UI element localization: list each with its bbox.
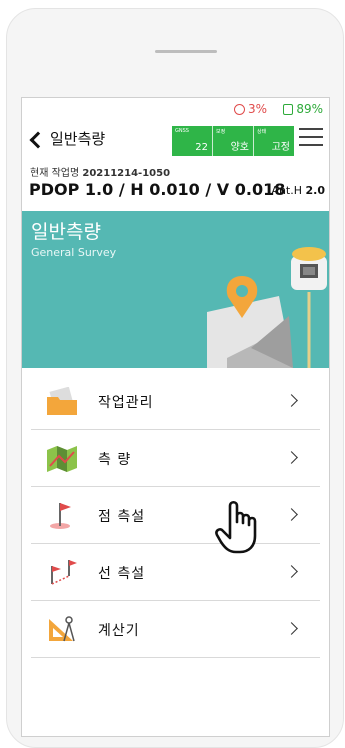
battery-icon	[283, 103, 294, 115]
job-name: 20211214-1050	[82, 168, 171, 179]
gnss-fix-state: 상태 고정	[254, 126, 294, 156]
chevron-left-icon	[29, 131, 47, 148]
hero-title: 일반측량	[31, 221, 101, 243]
chevron-right-icon	[285, 394, 298, 407]
menu-label: 측 량	[98, 452, 132, 468]
state-label: 상태	[257, 129, 267, 135]
phone-speaker	[155, 50, 217, 53]
gnss-satellite-count: GNSS 22	[172, 126, 213, 156]
chevron-right-icon	[285, 565, 298, 578]
antenna-height: Ant.H 2.0	[271, 184, 325, 197]
nav-title: 일반측량	[50, 130, 106, 148]
gnss-status-panel[interactable]: GNSS 22 보정 양호 상태 고정	[172, 126, 294, 156]
gnss-label: GNSS	[175, 128, 189, 134]
top-navbar: 일반측량 GNSS 22 보정 양호 상태 고정	[22, 122, 329, 162]
menu-label: 선 측설	[98, 566, 146, 582]
chevron-right-icon	[285, 508, 298, 521]
controller-battery-value: 3%	[247, 102, 267, 116]
compass-triangle-icon	[49, 616, 75, 642]
flag-icon	[50, 503, 71, 529]
correction-label: 보정	[216, 129, 226, 135]
menu-label: 점 측설	[98, 509, 146, 525]
hero-banner: 일반측량 General Survey	[22, 211, 329, 368]
gnss-value: 22	[195, 142, 208, 153]
main-menu: 작업관리 측 량 점 측설 선 측설 계산기	[31, 373, 320, 658]
ant-label: Ant.H	[271, 184, 302, 197]
menu-item-line-stakeout[interactable]: 선 측설	[31, 544, 320, 601]
hamburger-menu-icon[interactable]	[299, 126, 323, 148]
status-bar: 3% 89%	[22, 98, 329, 120]
correction-value: 양호	[230, 142, 249, 153]
menu-label: 작업관리	[98, 395, 154, 411]
menu-item-point-stakeout[interactable]: 점 측설	[31, 487, 320, 544]
ant-value: 2.0	[305, 184, 326, 197]
two-flags-icon	[51, 560, 77, 585]
chevron-right-icon	[285, 622, 298, 635]
device-battery-value: 89%	[296, 102, 323, 116]
precision-readout: PDOP 1.0 / H 0.010 / V 0.018	[29, 180, 286, 199]
gnss-correction: 보정 양호	[213, 126, 254, 156]
map-icon	[47, 446, 77, 472]
menu-item-job-management[interactable]: 작업관리	[31, 373, 320, 430]
survey-illustration-icon	[207, 247, 327, 368]
receiver-battery-icon	[233, 103, 245, 115]
hero-subtitle: General Survey	[31, 246, 117, 259]
app-screen: 3% 89% 일반측량 GNSS 22 보정 양호 상태 고정 현재 작업명 2…	[21, 97, 330, 737]
current-job: 현재 작업명 20211214-1050	[30, 164, 170, 179]
menu-label: 계산기	[98, 623, 140, 639]
back-button[interactable]: 일반측량	[29, 128, 106, 149]
folder-icon	[47, 387, 77, 415]
device-battery: 89%	[283, 102, 323, 116]
menu-item-calculator[interactable]: 계산기	[31, 601, 320, 658]
job-label: 현재 작업명	[30, 168, 80, 179]
hand-pointer-icon	[215, 500, 257, 554]
controller-battery: 3%	[233, 102, 267, 116]
chevron-right-icon	[285, 451, 298, 464]
menu-item-survey[interactable]: 측 량	[31, 430, 320, 487]
state-value: 고정	[271, 142, 290, 153]
